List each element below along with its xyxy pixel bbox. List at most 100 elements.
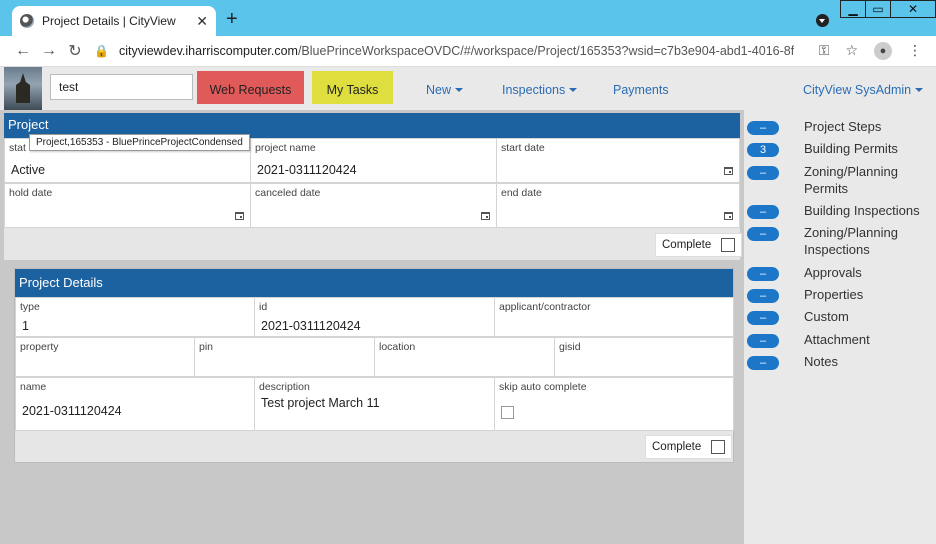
calendar-icon[interactable] bbox=[724, 167, 733, 175]
sidebar-item-label: Zoning/Planning Permits bbox=[804, 164, 898, 196]
sidebar-item-label: Custom bbox=[804, 309, 849, 324]
browser-tab[interactable]: Project Details | CityView ✕ bbox=[12, 6, 216, 36]
new-menu-label: New bbox=[426, 83, 452, 97]
count-badge: – bbox=[747, 334, 779, 348]
id-value: 2021-0311120424 bbox=[261, 319, 361, 333]
id-field[interactable]: id 2021-0311120424 bbox=[254, 297, 495, 337]
skip-auto-complete-checkbox[interactable] bbox=[501, 406, 514, 419]
name-field[interactable]: name 2021-0311120424 bbox=[15, 377, 255, 431]
start-date-field[interactable]: start date bbox=[496, 138, 740, 183]
count-badge: – bbox=[747, 267, 779, 281]
project-name-label: project name bbox=[255, 142, 316, 154]
name-value: 2021-0311120424 bbox=[22, 404, 122, 418]
user-menu-label: CityView SysAdmin bbox=[803, 83, 912, 97]
minimize-icon[interactable]: ▁ bbox=[840, 0, 866, 18]
location-field[interactable]: location bbox=[374, 337, 555, 377]
details-complete-toggle[interactable]: Complete bbox=[645, 435, 733, 459]
cityview-logo[interactable] bbox=[4, 67, 42, 110]
count-badge: – bbox=[747, 311, 779, 325]
hold-date-field[interactable]: hold date bbox=[4, 183, 251, 228]
sidebar-item-label: Building Permits bbox=[804, 141, 898, 156]
applicant-contractor-field[interactable]: applicant/contractor bbox=[494, 297, 734, 337]
property-label: property bbox=[20, 341, 59, 353]
main-content: Project stat Active project name 2021-03… bbox=[0, 110, 744, 544]
sidebar-item-label: Notes bbox=[804, 354, 838, 369]
tab-close-icon[interactable]: ✕ bbox=[196, 13, 208, 30]
sidebar-item-label: Properties bbox=[804, 287, 864, 302]
complete-checkbox[interactable] bbox=[711, 440, 726, 454]
address-bar: ← → ↻ 🔒 cityviewdev.iharriscomputer.com … bbox=[0, 36, 936, 67]
url-host: cityviewdev.iharriscomputer.com bbox=[118, 44, 298, 58]
back-arrow-icon[interactable]: ← bbox=[10, 42, 36, 60]
browser-titlebar: Project Details | CityView ✕ + ▁ ▭ ✕ bbox=[0, 0, 936, 36]
end-date-field[interactable]: end date bbox=[496, 183, 740, 228]
tab-title: Project Details | CityView bbox=[42, 14, 176, 28]
search-input[interactable] bbox=[50, 74, 193, 100]
calendar-icon[interactable] bbox=[481, 212, 490, 220]
count-badge: – bbox=[747, 205, 779, 219]
end-date-label: end date bbox=[501, 187, 542, 199]
new-menu[interactable]: New bbox=[426, 83, 464, 97]
project-complete-toggle[interactable]: Complete bbox=[655, 233, 743, 257]
hold-date-label: hold date bbox=[9, 187, 53, 199]
sidebar-item-label: Project Steps bbox=[804, 119, 882, 134]
count-badge: – bbox=[747, 289, 779, 303]
complete-checkbox[interactable] bbox=[721, 238, 736, 252]
app-navbar: Web Requests My Tasks New Inspections Pa… bbox=[0, 67, 936, 110]
project-name-field[interactable]: project name 2021-0311120424 bbox=[250, 138, 497, 183]
right-sidebar: – Project Steps 3 Building Permits – Zon… bbox=[744, 110, 936, 544]
project-panel: Project stat Active project name 2021-03… bbox=[4, 113, 743, 260]
profile-avatar-icon[interactable]: ● bbox=[874, 42, 892, 60]
skip-auto-complete-label: skip auto complete bbox=[499, 381, 587, 393]
inspections-menu-label: Inspections bbox=[502, 83, 566, 97]
key-icon[interactable]: ⚿ bbox=[819, 42, 830, 60]
canceled-date-field[interactable]: canceled date bbox=[250, 183, 497, 228]
bookmark-star-icon[interactable]: ☆ bbox=[845, 42, 858, 60]
user-menu[interactable]: CityView SysAdmin bbox=[803, 83, 924, 97]
url-field[interactable]: 🔒 cityviewdev.iharriscomputer.com /BlueP… bbox=[94, 44, 794, 58]
canceled-date-label: canceled date bbox=[255, 187, 321, 199]
sidebar-item-label: Attachment bbox=[804, 332, 870, 347]
start-date-label: start date bbox=[501, 142, 545, 154]
type-field[interactable]: type 1 bbox=[15, 297, 255, 337]
calendar-icon[interactable] bbox=[724, 212, 733, 220]
my-tasks-button[interactable]: My Tasks bbox=[312, 71, 393, 104]
window-close-icon[interactable]: ✕ bbox=[890, 0, 936, 18]
type-value: 1 bbox=[22, 319, 29, 333]
kebab-menu-icon[interactable]: ⋮ bbox=[908, 42, 922, 60]
lock-icon: 🔒 bbox=[94, 44, 109, 58]
chevron-down-icon bbox=[915, 88, 924, 96]
calendar-icon[interactable] bbox=[235, 212, 244, 220]
pin-field[interactable]: pin bbox=[194, 337, 375, 377]
count-badge: – bbox=[747, 166, 779, 180]
id-label: id bbox=[259, 301, 268, 313]
project-details-title: Project Details bbox=[15, 269, 733, 297]
browser-menu-dropdown-icon[interactable] bbox=[816, 14, 829, 27]
inspections-menu[interactable]: Inspections bbox=[502, 83, 578, 97]
gisid-field[interactable]: gisid bbox=[554, 337, 734, 377]
web-requests-button[interactable]: Web Requests bbox=[197, 71, 304, 104]
complete-label: Complete bbox=[662, 239, 712, 251]
new-tab-icon[interactable]: + bbox=[226, 8, 238, 31]
gisid-label: gisid bbox=[559, 341, 581, 353]
window-controls: ▁ ▭ ✕ bbox=[840, 0, 936, 20]
applicant-contractor-label: applicant/contractor bbox=[499, 301, 591, 313]
forward-arrow-icon[interactable]: → bbox=[36, 42, 62, 60]
name-label: name bbox=[20, 381, 47, 393]
project-name-value: 2021-0311120424 bbox=[257, 163, 357, 177]
sidebar-item-label: Zoning/Planning Inspections bbox=[804, 225, 898, 257]
count-badge: – bbox=[747, 356, 779, 370]
property-field[interactable]: property bbox=[15, 337, 195, 377]
count-badge: – bbox=[747, 121, 779, 135]
chevron-down-icon bbox=[569, 88, 578, 96]
pin-label: pin bbox=[199, 341, 214, 353]
description-field[interactable]: description Test project March 11 bbox=[254, 377, 495, 431]
url-path: /BluePrinceWorkspaceOVDC/#/workspace/Pro… bbox=[297, 44, 794, 58]
payments-link[interactable]: Payments bbox=[613, 83, 669, 97]
reload-icon[interactable]: ↻ bbox=[62, 41, 88, 61]
count-badge: 3 bbox=[747, 143, 779, 157]
project-tooltip: Project,165353 - BluePrinceProjectConden… bbox=[29, 134, 250, 151]
description-value: Test project March 11 bbox=[261, 396, 380, 410]
maximize-icon[interactable]: ▭ bbox=[865, 0, 891, 18]
chevron-down-icon bbox=[455, 88, 464, 96]
